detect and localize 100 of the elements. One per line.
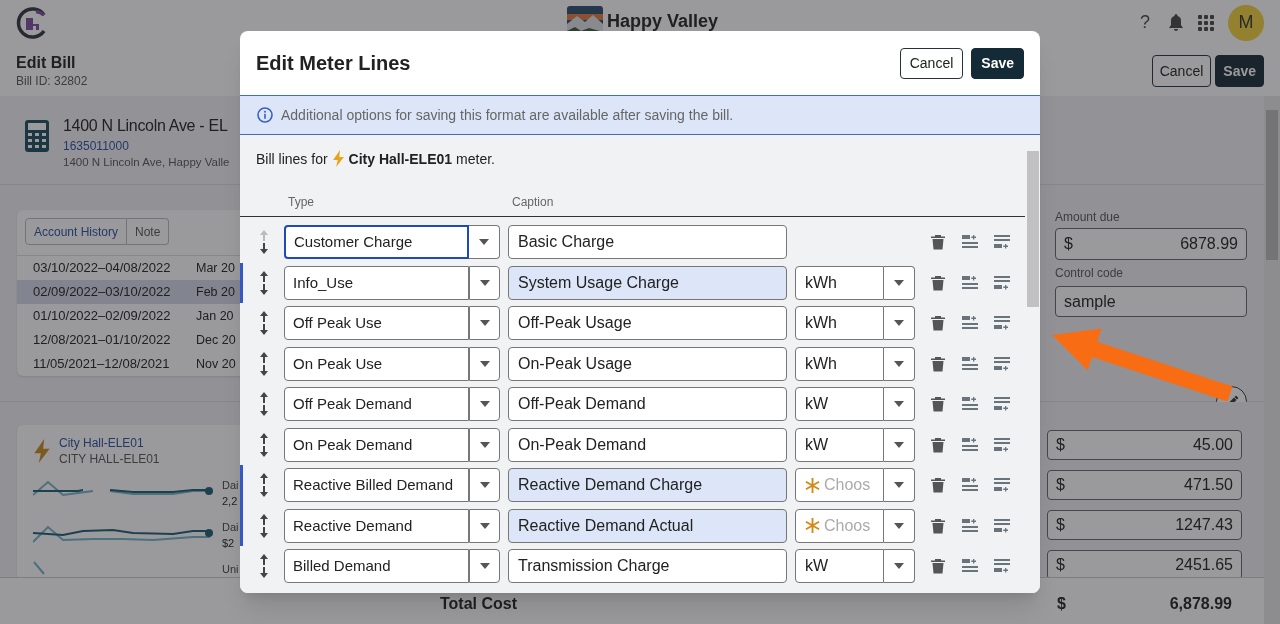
add-row-above-icon[interactable] (962, 558, 978, 575)
history-tab[interactable]: Account History (25, 218, 128, 245)
dropdown-button[interactable] (884, 265, 915, 300)
add-row-above-icon[interactable] (962, 234, 978, 251)
amount-field[interactable]: $ 45.00 (1047, 430, 1242, 460)
dropdown-button[interactable] (884, 549, 915, 584)
reorder-arrows-icon[interactable] (258, 473, 269, 498)
apps-grid-icon[interactable] (1198, 14, 1214, 31)
unit-field[interactable]: kWh (795, 346, 884, 381)
caption-field[interactable]: Reactive Demand Charge (508, 468, 787, 503)
amount-field[interactable]: $ 2451.65 (1047, 550, 1242, 577)
trash-icon[interactable] (930, 234, 946, 251)
dropdown-button[interactable] (469, 427, 500, 462)
reorder-arrows-icon[interactable] (258, 392, 269, 417)
caption-field[interactable]: On-Peak Usage (508, 346, 787, 381)
reorder-arrows-icon[interactable] (258, 270, 269, 295)
dropdown-button[interactable] (469, 508, 500, 543)
dialog-button[interactable]: Cancel (899, 47, 964, 79)
reorder-arrows-icon[interactable] (258, 311, 269, 336)
add-row-above-icon[interactable] (962, 477, 978, 494)
app-logo-icon[interactable] (16, 6, 48, 39)
dropdown-button[interactable] (469, 346, 500, 381)
dialog-button[interactable]: Save (971, 47, 1024, 79)
amount-field[interactable]: $ 6878.99 (1055, 228, 1247, 260)
dropdown-button[interactable] (884, 346, 915, 381)
type-field[interactable]: Billed Demand (284, 549, 469, 584)
type-field[interactable]: Reactive Demand (284, 508, 469, 543)
add-row-above-icon[interactable] (962, 274, 978, 291)
unit-field[interactable]: kW (795, 427, 884, 462)
dropdown-button[interactable] (884, 306, 915, 341)
type-field[interactable]: Info_Use (284, 265, 469, 300)
type-field[interactable]: Off Peak Demand (284, 387, 469, 422)
caption-field[interactable]: Basic Charge (508, 225, 787, 260)
trash-icon[interactable] (930, 517, 946, 534)
history-tab[interactable]: Note (127, 218, 170, 245)
unit-field[interactable]: kW (795, 549, 884, 584)
add-row-above-icon[interactable] (962, 396, 978, 413)
trash-icon[interactable] (930, 355, 946, 372)
dropdown-button[interactable] (469, 306, 500, 341)
amount-field[interactable]: $ 471.50 (1047, 470, 1242, 500)
add-row-above-icon[interactable] (962, 517, 978, 534)
caption-field[interactable]: Transmission Charge (508, 549, 787, 584)
unit-field[interactable]: kWh (795, 306, 884, 341)
add-row-above-icon[interactable] (962, 355, 978, 372)
dropdown-button[interactable] (469, 225, 500, 260)
notification-bell-icon[interactable] (1168, 13, 1184, 32)
unit-field[interactable]: kWh (795, 265, 884, 300)
trash-icon[interactable] (930, 477, 946, 494)
dropdown-button[interactable] (469, 387, 500, 422)
type-field[interactable]: On Peak Use (284, 346, 469, 381)
dropdown-button[interactable] (469, 468, 500, 503)
add-row-below-icon[interactable] (994, 436, 1010, 453)
amount-value: 1247.43 (1175, 515, 1233, 535)
amount-field[interactable]: $ 1247.43 (1047, 510, 1242, 540)
add-row-below-icon[interactable] (994, 274, 1010, 291)
reorder-arrows-icon[interactable] (258, 230, 269, 255)
reorder-arrows-icon[interactable] (258, 554, 269, 579)
add-row-above-icon[interactable] (962, 315, 978, 332)
account-number[interactable]: 1635011000 (63, 138, 230, 154)
type-field[interactable]: Customer Charge (284, 225, 469, 260)
trash-icon[interactable] (930, 315, 946, 332)
reorder-arrows-icon[interactable] (258, 513, 269, 538)
scrollbar-thumb[interactable] (1027, 151, 1039, 307)
dropdown-button[interactable] (884, 508, 915, 543)
user-avatar[interactable]: M (1228, 4, 1264, 41)
control-code-field[interactable]: sample (1055, 286, 1247, 317)
page-button[interactable]: Save (1215, 55, 1264, 87)
add-row-below-icon[interactable] (994, 315, 1010, 332)
type-field[interactable]: Reactive Billed Demand (284, 468, 469, 503)
dropdown-button[interactable] (884, 387, 915, 422)
caption-field[interactable]: Reactive Demand Actual (508, 508, 787, 543)
add-row-below-icon[interactable] (994, 355, 1010, 372)
trash-icon[interactable] (930, 436, 946, 453)
caption-field[interactable]: Off-Peak Usage (508, 306, 787, 341)
dropdown-button[interactable] (469, 549, 500, 584)
page-button[interactable]: Cancel (1151, 55, 1212, 87)
dropdown-button[interactable] (884, 427, 915, 462)
scrollbar-thumb[interactable] (1266, 110, 1278, 260)
trash-icon[interactable] (930, 558, 946, 575)
meter-link[interactable]: City Hall-ELE01 (59, 435, 160, 451)
reorder-arrows-icon[interactable] (258, 432, 269, 457)
caption-field[interactable]: Off-Peak Demand (508, 387, 787, 422)
trash-icon[interactable] (930, 274, 946, 291)
reorder-arrows-icon[interactable] (258, 351, 269, 376)
trash-icon[interactable] (930, 396, 946, 413)
add-row-below-icon[interactable] (994, 477, 1010, 494)
add-row-below-icon[interactable] (994, 517, 1010, 534)
dropdown-button[interactable] (884, 468, 915, 503)
help-icon[interactable]: ? (1136, 9, 1154, 36)
caption-field[interactable]: System Usage Charge (508, 265, 787, 300)
unit-field[interactable]: kW (795, 387, 884, 422)
add-row-below-icon[interactable] (994, 396, 1010, 413)
add-row-below-icon[interactable] (994, 234, 1010, 251)
add-row-above-icon[interactable] (962, 436, 978, 453)
type-field[interactable]: On Peak Demand (284, 427, 469, 462)
type-field[interactable]: Off Peak Use (284, 306, 469, 341)
add-row-below-icon[interactable] (994, 558, 1010, 575)
caption-field[interactable]: On-Peak Demand (508, 427, 787, 462)
dropdown-button[interactable] (469, 265, 500, 300)
scrollbar[interactable] (1264, 96, 1280, 624)
